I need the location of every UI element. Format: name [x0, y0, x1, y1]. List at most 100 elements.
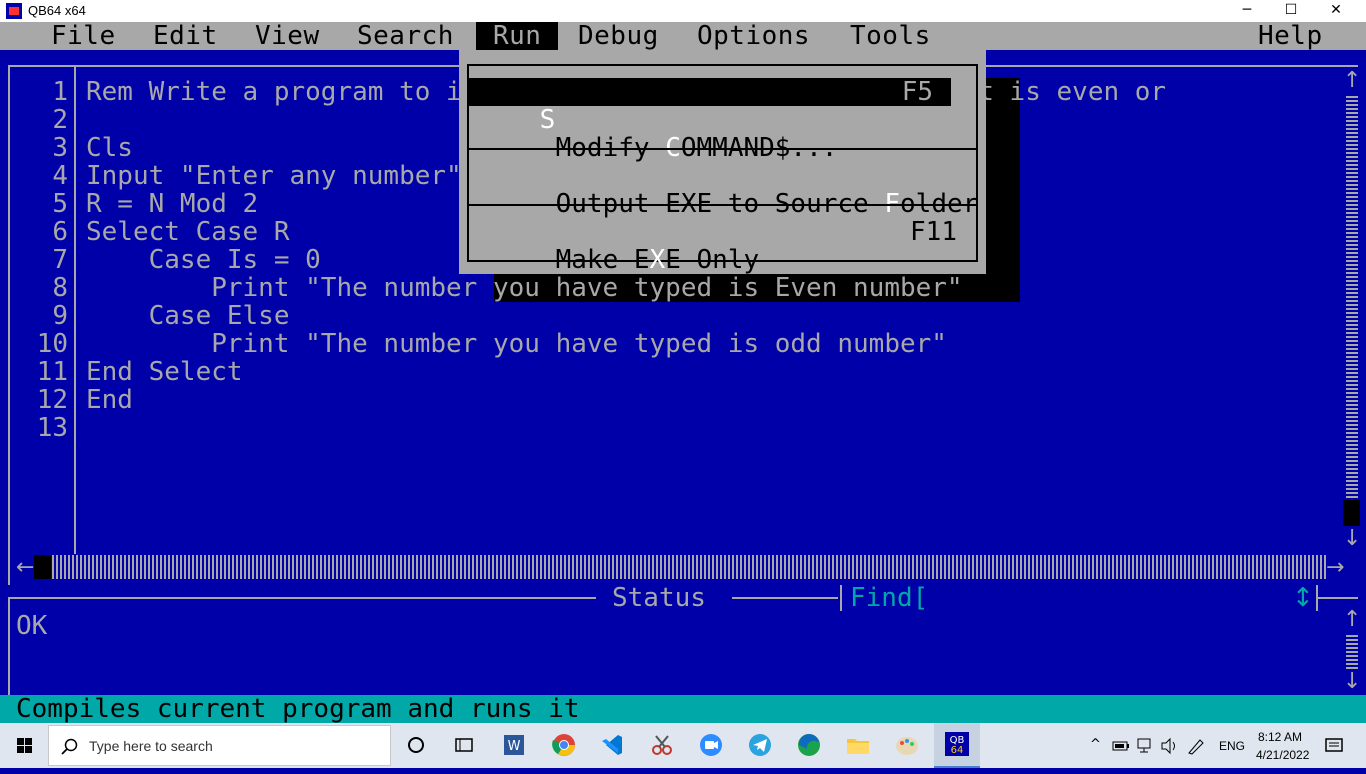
minimize-button[interactable]: ─ — [1224, 0, 1270, 22]
vscode-icon[interactable] — [598, 731, 626, 759]
run-dropdown-menu: StartF5 Modify COMMAND$... Output EXE to… — [459, 50, 986, 274]
status-frame-left — [8, 597, 10, 695]
code-line[interactable]: Cls — [86, 134, 133, 162]
file-explorer-icon[interactable] — [844, 731, 872, 759]
status-panel: Status Find[ ↕ OK ↑ ↓ — [0, 585, 1366, 695]
vertical-scroll-thumb[interactable] — [1343, 500, 1360, 526]
line-number: 12 — [36, 385, 68, 415]
scroll-right-arrow[interactable]: → — [1326, 557, 1345, 579]
code-line[interactable]: Print "The number you have typed is odd … — [86, 330, 947, 358]
code-line[interactable]: End — [86, 386, 133, 414]
scroll-up-arrow[interactable]: ↑ — [1343, 70, 1362, 92]
menu-tools[interactable]: Tools — [833, 22, 948, 50]
line-number: 8 — [52, 273, 68, 303]
menu-item-modify-command[interactable]: Modify COMMAND$... — [493, 106, 967, 162]
menu-separator — [467, 204, 978, 206]
line-number: 10 — [36, 329, 68, 359]
menu-search[interactable]: Search — [340, 22, 471, 50]
taskbar-search-box[interactable]: Type here to search — [48, 725, 391, 766]
menu-item-output-exe[interactable]: Output EXE to Source Folder — [493, 162, 979, 218]
menu-item-start[interactable]: Start F5 — [467, 77, 951, 134]
notification-icon[interactable] — [1324, 737, 1344, 755]
menu-bar: File Edit View Search Run Debug Options … — [0, 22, 1366, 50]
qb64-app-icon — [6, 3, 22, 19]
qb64-taskbar-icon[interactable]: QB 64 — [934, 723, 980, 768]
svg-text:64: 64 — [951, 745, 964, 756]
status-scroll-up-arrow[interactable]: ↑ — [1343, 609, 1362, 631]
line-number: 1 — [52, 77, 68, 107]
menu-separator — [467, 148, 978, 150]
status-title: Status — [612, 583, 706, 613]
code-line[interactable]: Case Is = 0 — [86, 246, 321, 274]
start-button[interactable] — [0, 723, 48, 768]
line-number: 2 — [52, 105, 68, 135]
line-number: 13 — [36, 413, 68, 443]
code-line[interactable]: Select Case R — [86, 218, 290, 246]
menu-debug[interactable]: Debug — [561, 22, 676, 50]
vertical-scrollbar[interactable] — [1346, 94, 1358, 526]
make-shortcut: F11 — [910, 217, 957, 247]
status-vertical-scrollbar[interactable] — [1346, 633, 1358, 669]
battery-icon[interactable] — [1112, 738, 1130, 754]
horizontal-scroll-thumb[interactable] — [34, 555, 51, 579]
paint-icon[interactable] — [893, 731, 921, 759]
window-title: QB64 x64 — [28, 3, 86, 18]
menu-edit[interactable]: Edit — [136, 22, 235, 50]
word-icon[interactable]: W — [500, 731, 528, 759]
editor-frame-left — [8, 65, 10, 585]
chrome-icon[interactable] — [550, 731, 578, 759]
scroll-down-arrow[interactable]: ↓ — [1343, 528, 1362, 550]
menu-file[interactable]: File — [34, 22, 133, 50]
line-number: 4 — [52, 161, 68, 191]
line-number-divider — [74, 67, 76, 554]
task-view-icon[interactable] — [402, 731, 430, 759]
code-line[interactable]: R = N Mod 2 — [86, 190, 258, 218]
code-line[interactable]: Input "Enter any number"; N — [86, 162, 509, 190]
start-shortcut: F5 — [901, 77, 933, 107]
make-label-rest: E Only — [665, 245, 760, 275]
menu-options[interactable]: Options — [680, 22, 827, 50]
clock-time[interactable]: 8:12 AM — [1258, 730, 1302, 744]
language-indicator[interactable]: ENG — [1219, 739, 1245, 753]
windows-logo-icon — [17, 738, 32, 753]
line-number: 9 — [52, 301, 68, 331]
help-bar: Compiles current program and runs it — [0, 695, 1366, 723]
line-number: 5 — [52, 189, 68, 219]
clock-date[interactable]: 4/21/2022 — [1256, 748, 1309, 762]
menu-help[interactable]: Help — [1241, 22, 1340, 50]
edge-icon[interactable] — [795, 731, 823, 759]
zoom-icon[interactable] — [697, 731, 725, 759]
windows-taskbar: Type here to search W QB 64 ^ ENG 8:12 AM… — [0, 723, 1366, 768]
tray-overflow-icon[interactable]: ^ — [1090, 737, 1101, 752]
status-frame-top-mid — [732, 597, 838, 599]
menu-run[interactable]: Run — [476, 22, 559, 50]
pen-icon[interactable] — [1186, 736, 1206, 756]
menu-view[interactable]: View — [238, 22, 337, 50]
status-message: OK — [16, 611, 48, 641]
telegram-icon[interactable] — [746, 731, 774, 759]
scroll-left-arrow[interactable]: ← — [16, 557, 35, 579]
search-icon — [61, 738, 78, 755]
search-placeholder: Type here to search — [89, 738, 213, 754]
menu-item-make-exe[interactable]: Make EXE Only F11 — [493, 217, 967, 274]
line-number: 7 — [52, 245, 68, 275]
status-frame-top-right — [1318, 597, 1358, 599]
find-divider — [840, 585, 842, 611]
code-line[interactable]: Case Else — [86, 302, 290, 330]
line-number: 11 — [36, 357, 68, 387]
status-scroll-down-arrow[interactable]: ↓ — [1343, 671, 1362, 693]
find-field[interactable]: Find[ — [850, 585, 928, 611]
status-frame-top-left — [8, 597, 596, 599]
close-button[interactable]: ✕ — [1313, 0, 1359, 22]
volume-icon[interactable] — [1160, 737, 1180, 755]
widgets-icon[interactable] — [450, 731, 478, 759]
horizontal-scrollbar[interactable] — [36, 555, 1326, 579]
network-icon[interactable] — [1136, 737, 1154, 755]
snipping-tool-icon[interactable] — [648, 731, 676, 759]
line-number: 3 — [52, 133, 68, 163]
line-number: 6 — [52, 217, 68, 247]
maximize-button[interactable]: ☐ — [1268, 0, 1314, 22]
find-toggle-icon[interactable]: ↕ — [1292, 585, 1314, 611]
make-hotkey: X — [649, 245, 666, 275]
code-line[interactable]: End Select — [86, 358, 243, 386]
